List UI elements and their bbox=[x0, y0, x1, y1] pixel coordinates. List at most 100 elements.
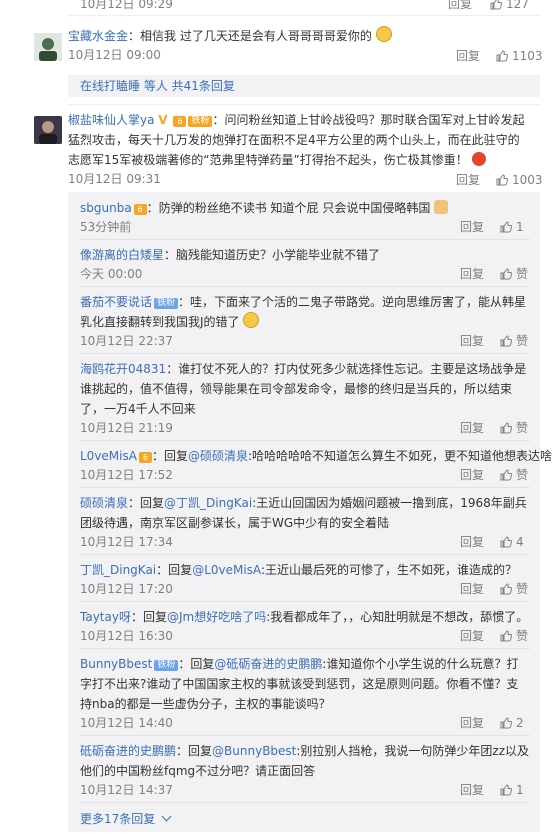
mention-link[interactable]: @砥砺奋进的史鹏鹏 bbox=[214, 657, 322, 671]
mention-link[interactable]: @硕硕清泉 bbox=[188, 449, 248, 463]
like-button[interactable]: 4 bbox=[500, 534, 524, 550]
username-link[interactable]: L0veMisA bbox=[80, 449, 137, 463]
like-button[interactable]: 2 bbox=[500, 715, 524, 731]
reply-text: :哈哈哈哈哈不知道怎么算生不如死，更不知道他想表达啥 bbox=[248, 449, 553, 463]
like-button[interactable]: 1003 bbox=[496, 172, 543, 188]
tomato-emoji-icon bbox=[471, 152, 486, 166]
vip-icon: 6 bbox=[138, 452, 152, 463]
thumb-up-icon bbox=[500, 784, 512, 796]
thumb-up-icon bbox=[496, 174, 508, 186]
like-button[interactable]: 1103 bbox=[496, 48, 543, 64]
reply-button[interactable]: 回复 bbox=[456, 172, 480, 188]
comment-text: 相信我 过了几天还是会有人哥哥哥哥爱你的 bbox=[140, 29, 372, 43]
fan-badge: 铁粉 bbox=[154, 298, 179, 309]
thumb-up-icon bbox=[500, 583, 512, 595]
username-link[interactable]: 像游离的白矮星 bbox=[80, 248, 164, 262]
chevron-down-icon bbox=[161, 811, 172, 822]
mention-link[interactable]: @Jm想好吃啥了吗 bbox=[167, 610, 266, 624]
like-button[interactable]: 赞 bbox=[500, 333, 528, 349]
like-button[interactable]: 赞 bbox=[500, 467, 528, 483]
reply-button[interactable]: 回复 bbox=[460, 333, 484, 349]
thumb-up-icon bbox=[500, 717, 512, 729]
username-link[interactable]: Taytay呀 bbox=[80, 610, 131, 624]
pray-emoji-icon bbox=[434, 200, 449, 214]
divider bbox=[80, 239, 530, 240]
reply-button[interactable]: 回复 bbox=[460, 266, 484, 282]
avatar[interactable] bbox=[34, 33, 62, 61]
divider bbox=[80, 353, 530, 354]
reply-button[interactable]: 回复 bbox=[456, 48, 480, 64]
reply-button[interactable]: 回复 bbox=[460, 219, 484, 235]
thumb-up-icon bbox=[500, 536, 512, 548]
reply-text: :我看都成年了，，心知肚明就是不想改，舔惯了。 bbox=[266, 610, 529, 624]
mention-link[interactable]: @L0veMisA bbox=[192, 563, 261, 577]
reply-body: 硕硕清泉：回复@丁凯_DingKai:王近山回国因为婚姻问题被一撸到底，1968… bbox=[80, 496, 527, 530]
divider bbox=[80, 802, 530, 803]
thumb-up-icon bbox=[496, 50, 508, 62]
username-link[interactable]: 宝藏水金金 bbox=[68, 29, 128, 43]
like-button[interactable]: 127 bbox=[490, 0, 529, 12]
reply-body: 海鸥花开04831：谁打仗不死人的？打内仗死多少就选择性忘记。主要是这场战争是谁… bbox=[80, 362, 527, 416]
username-link[interactable]: 丁凯_DingKai bbox=[80, 563, 156, 577]
like-button[interactable]: 赞 bbox=[500, 266, 528, 282]
comment-time: 10月12日 09:31 bbox=[68, 172, 161, 186]
reply-time: 10月12日 14:37 bbox=[80, 783, 173, 797]
reply-button[interactable]: 回复 bbox=[448, 0, 472, 12]
reply-body: BunnyBbest 铁粉 ：回复@砥砺奋进的史鹏鹏:谁知道你个小学生说的什么玩意？… bbox=[80, 657, 519, 711]
reply-summary-text[interactable]: 在线打瞌睡 等人 共41条回复 bbox=[80, 76, 235, 96]
divider bbox=[80, 601, 530, 602]
thumb-up-icon bbox=[500, 630, 512, 642]
view-replies-link[interactable]: 等人 共41条回复 bbox=[144, 79, 235, 93]
reply-time: 10月12日 17:34 bbox=[80, 535, 173, 549]
mention-link[interactable]: @丁凯_DingKai bbox=[164, 496, 252, 510]
reply-time: 10月12日 21:19 bbox=[80, 421, 173, 435]
reply-body: 番茄不要说话 铁粉 ：哇，下面来了个活的二鬼子带路党。逆向思维厉害了，能从韩星乳化直… bbox=[80, 295, 527, 329]
fan-badge: 铁粉 bbox=[188, 116, 213, 127]
reply-button[interactable]: 回复 bbox=[460, 467, 484, 483]
like-button[interactable]: 赞 bbox=[500, 420, 528, 436]
like-button[interactable]: 1 bbox=[500, 219, 524, 235]
divider bbox=[80, 735, 530, 736]
reply-text: 脑残能知道历史？小学能毕业就不错了 bbox=[176, 248, 381, 262]
reply-text: :王近山最后死的可惨了，生不如死，谁造成的？ bbox=[260, 563, 517, 577]
reply-button[interactable]: 回复 bbox=[460, 534, 484, 550]
thumb-up-icon bbox=[500, 335, 512, 347]
like-button[interactable]: 赞 bbox=[500, 581, 528, 597]
reply-button[interactable]: 回复 bbox=[460, 715, 484, 731]
divider bbox=[80, 648, 530, 649]
username-link[interactable]: 椒盐味仙人掌ya bbox=[68, 113, 154, 127]
username-link[interactable]: 硕硕清泉 bbox=[80, 496, 128, 510]
more-replies-link[interactable]: 更多17条回复 bbox=[80, 809, 172, 829]
username-link[interactable]: 海鸥花开04831 bbox=[80, 362, 166, 376]
reply-time: 10月12日 17:20 bbox=[80, 582, 173, 596]
reply-body: 像游离的白矮星：脑残能知道历史？小学能毕业就不错了 bbox=[80, 248, 381, 262]
smile-emoji-icon bbox=[375, 26, 392, 42]
mention-link[interactable]: @BunnyBbest bbox=[212, 744, 296, 758]
reply-button[interactable]: 回复 bbox=[460, 628, 484, 644]
scared-emoji-icon bbox=[243, 312, 260, 328]
like-button[interactable]: 1 bbox=[500, 782, 524, 798]
divider bbox=[80, 487, 530, 488]
username-link[interactable]: BunnyBbest bbox=[80, 657, 152, 671]
reply-body: 砥砺奋进的史鹏鹏：回复@BunnyBbest:别拉别人挡枪，我说一句防弹少年团z… bbox=[80, 744, 530, 778]
divider bbox=[80, 554, 530, 555]
username-link[interactable]: 砥砺奋进的史鹏鹏 bbox=[80, 744, 176, 758]
thumb-up-icon bbox=[490, 0, 502, 10]
divider bbox=[68, 104, 540, 105]
like-button[interactable]: 赞 bbox=[500, 628, 528, 644]
reply-body: Taytay呀：回复@Jm想好吃啥了吗:我看都成年了，，心知肚明就是不想改，舔惯… bbox=[80, 610, 529, 624]
comment-body: 椒盐味仙人掌ya V 6 铁粉 ：问问粉丝知道上甘岭战役吗？那时联合国军对上甘岭发起… bbox=[68, 110, 528, 170]
username-link[interactable]: sbgunba bbox=[80, 201, 132, 215]
reply-button[interactable]: 回复 bbox=[460, 581, 484, 597]
reply-button[interactable]: 回复 bbox=[460, 782, 484, 798]
username-link[interactable]: 番茄不要说话 bbox=[80, 295, 152, 309]
divider bbox=[80, 286, 530, 287]
divider bbox=[80, 440, 530, 441]
reply-body: sbgunba 6 ：防弹的粉丝绝不读书 知道个屁 只会说中国侵略韩国 bbox=[80, 198, 530, 218]
username-link[interactable]: 在线打瞌睡 bbox=[80, 79, 140, 93]
reply-button[interactable]: 回复 bbox=[460, 420, 484, 436]
avatar[interactable] bbox=[34, 116, 62, 144]
fan-badge: 铁粉 bbox=[154, 660, 179, 671]
comment-time: 10月12日 09:29 bbox=[80, 0, 173, 11]
reply-time: 10月12日 22:37 bbox=[80, 334, 173, 348]
